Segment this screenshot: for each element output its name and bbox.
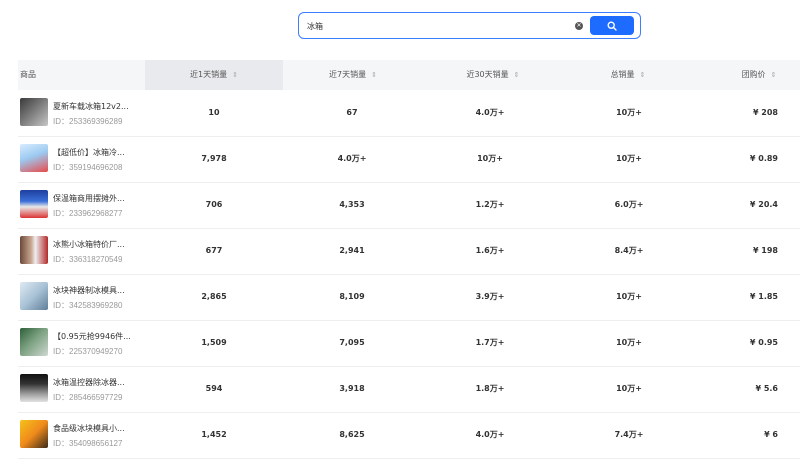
price-value: ¥ 198 <box>752 246 778 255</box>
total-sales-value: 10万+ <box>616 108 642 117</box>
table-row[interactable]: 【0.95元抢9946件... ID：225370949270 1,509 7,… <box>18 320 800 367</box>
sales-1d-value: 7,978 <box>201 154 227 163</box>
product-thumbnail[interactable] <box>20 98 48 126</box>
sales-7d-value: 8,109 <box>339 292 365 301</box>
sort-icon[interactable]: ⇕ <box>232 71 238 79</box>
header-product: 商品 <box>20 60 36 90</box>
clear-icon[interactable]: ✕ <box>575 22 583 30</box>
product-name[interactable]: 【0.95元抢9946件... <box>53 331 131 342</box>
sort-icon[interactable]: ⇕ <box>371 71 377 79</box>
sales-1d-value: 1,452 <box>201 430 227 439</box>
search-input[interactable] <box>307 17 567 35</box>
product-id: ID：285466597729 <box>53 393 123 402</box>
total-sales-value: 7.4万+ <box>614 430 644 439</box>
product-id: ID：253369396289 <box>53 117 123 126</box>
header-sales-7d-label: 近7天销量 <box>329 70 367 79</box>
header-sales-7d[interactable]: 近7天销量 ⇕ <box>283 60 423 90</box>
price-value: ¥ 0.89 <box>749 154 778 163</box>
price-value: ¥ 5.6 <box>755 384 778 393</box>
product-thumbnail[interactable] <box>20 374 48 402</box>
header-sales-1d-label: 近1天销量 <box>190 70 228 79</box>
header-sales-30d-label: 近30天销量 <box>466 70 509 79</box>
price-value: ¥ 1.85 <box>749 292 778 301</box>
sales-30d-value: 1.7万+ <box>475 338 505 347</box>
sales-1d-value: 2,865 <box>201 292 227 301</box>
sales-30d-value: 1.6万+ <box>475 246 505 255</box>
product-name[interactable]: 冰熊小冰箱特价厂... <box>53 239 125 250</box>
product-name[interactable]: 保温箱商用摆摊外... <box>53 193 125 204</box>
product-id: ID：233962968277 <box>53 209 123 218</box>
sales-30d-value: 4.0万+ <box>475 430 505 439</box>
header-total-label: 总销量 <box>610 70 635 79</box>
header-sales-1d[interactable]: 近1天销量 ⇕ <box>145 60 283 90</box>
sales-7d-value: 7,095 <box>339 338 365 347</box>
search-icon <box>607 20 617 31</box>
sales-7d-value: 4,353 <box>339 200 365 209</box>
price-value: ¥ 6 <box>764 430 778 439</box>
table-row[interactable]: 冰箱温控器除冰器... ID：285466597729 594 3,918 1.… <box>18 366 800 413</box>
sales-30d-value: 10万+ <box>477 154 503 163</box>
table-row[interactable]: 冰熊小冰箱特价厂... ID：336318270549 677 2,941 1.… <box>18 228 800 275</box>
header-price[interactable]: 团购价 ⇕ <box>718 60 800 90</box>
header-product-label: 商品 <box>20 70 36 79</box>
product-thumbnail[interactable] <box>20 236 48 264</box>
table-row[interactable]: 食品级冰块模具小... ID：354098656127 1,452 8,625 … <box>18 412 800 459</box>
product-name[interactable]: 冰箱温控器除冰器... <box>53 377 125 388</box>
sales-1d-value: 677 <box>205 246 223 255</box>
product-id: ID：359194696208 <box>53 163 123 172</box>
table-header: 商品 近1天销量 ⇕ 近7天销量 ⇕ 近30天销量 ⇕ 总销量 ⇕ 团购价 ⇕ <box>18 60 800 90</box>
sales-1d-value: 594 <box>205 384 223 393</box>
header-total[interactable]: 总销量 ⇕ <box>563 60 693 90</box>
table-row[interactable]: 【超低价】冰箱冷... ID：359194696208 7,978 4.0万+ … <box>18 136 800 183</box>
product-id: ID：354098656127 <box>53 439 123 448</box>
total-sales-value: 10万+ <box>616 292 642 301</box>
price-value: ¥ 0.95 <box>749 338 778 347</box>
product-thumbnail[interactable] <box>20 282 48 310</box>
product-id: ID：225370949270 <box>53 347 123 356</box>
search-button[interactable] <box>590 16 634 35</box>
price-value: ¥ 208 <box>752 108 778 117</box>
product-thumbnail[interactable] <box>20 190 48 218</box>
total-sales-value: 6.0万+ <box>614 200 644 209</box>
sort-icon[interactable]: ⇕ <box>640 71 646 79</box>
total-sales-value: 10万+ <box>616 154 642 163</box>
sales-30d-value: 3.9万+ <box>475 292 505 301</box>
header-price-label: 团购价 <box>741 70 766 79</box>
sales-30d-value: 4.0万+ <box>475 108 505 117</box>
total-sales-value: 10万+ <box>616 384 642 393</box>
product-thumbnail[interactable] <box>20 144 48 172</box>
sales-30d-value: 1.2万+ <box>475 200 505 209</box>
table-row[interactable]: 冰块神器制冰模具... ID：342583969280 2,865 8,109 … <box>18 274 800 321</box>
sales-1d-value: 706 <box>205 200 223 209</box>
product-name[interactable]: 食品级冰块模具小... <box>53 423 125 434</box>
total-sales-value: 8.4万+ <box>614 246 644 255</box>
table-row[interactable]: 保温箱商用摆摊外... ID：233962968277 706 4,353 1.… <box>18 182 800 229</box>
product-id: ID：342583969280 <box>53 301 123 310</box>
sort-icon[interactable]: ⇕ <box>771 71 777 79</box>
sales-1d-value: 1,509 <box>201 338 227 347</box>
product-name[interactable]: 夏新车载冰箱12v2... <box>53 101 129 112</box>
product-name[interactable]: 【超低价】冰箱冷... <box>53 147 125 158</box>
sales-7d-value: 67 <box>346 108 358 117</box>
sales-30d-value: 1.8万+ <box>475 384 505 393</box>
search-box[interactable]: ✕ <box>298 12 641 39</box>
total-sales-value: 10万+ <box>616 338 642 347</box>
sales-1d-value: 10 <box>208 108 220 117</box>
sales-7d-value: 3,918 <box>339 384 365 393</box>
price-value: ¥ 20.4 <box>749 200 778 209</box>
sort-icon[interactable]: ⇕ <box>514 71 520 79</box>
table-row[interactable]: 夏新车载冰箱12v2... ID：253369396289 10 67 4.0万… <box>18 90 800 137</box>
sales-7d-value: 2,941 <box>339 246 365 255</box>
sales-7d-value: 4.0万+ <box>337 154 367 163</box>
product-id: ID：336318270549 <box>53 255 123 264</box>
header-sales-30d[interactable]: 近30天销量 ⇕ <box>423 60 563 90</box>
product-name[interactable]: 冰块神器制冰模具... <box>53 285 125 296</box>
sales-7d-value: 8,625 <box>339 430 365 439</box>
product-thumbnail[interactable] <box>20 420 48 448</box>
product-thumbnail[interactable] <box>20 328 48 356</box>
